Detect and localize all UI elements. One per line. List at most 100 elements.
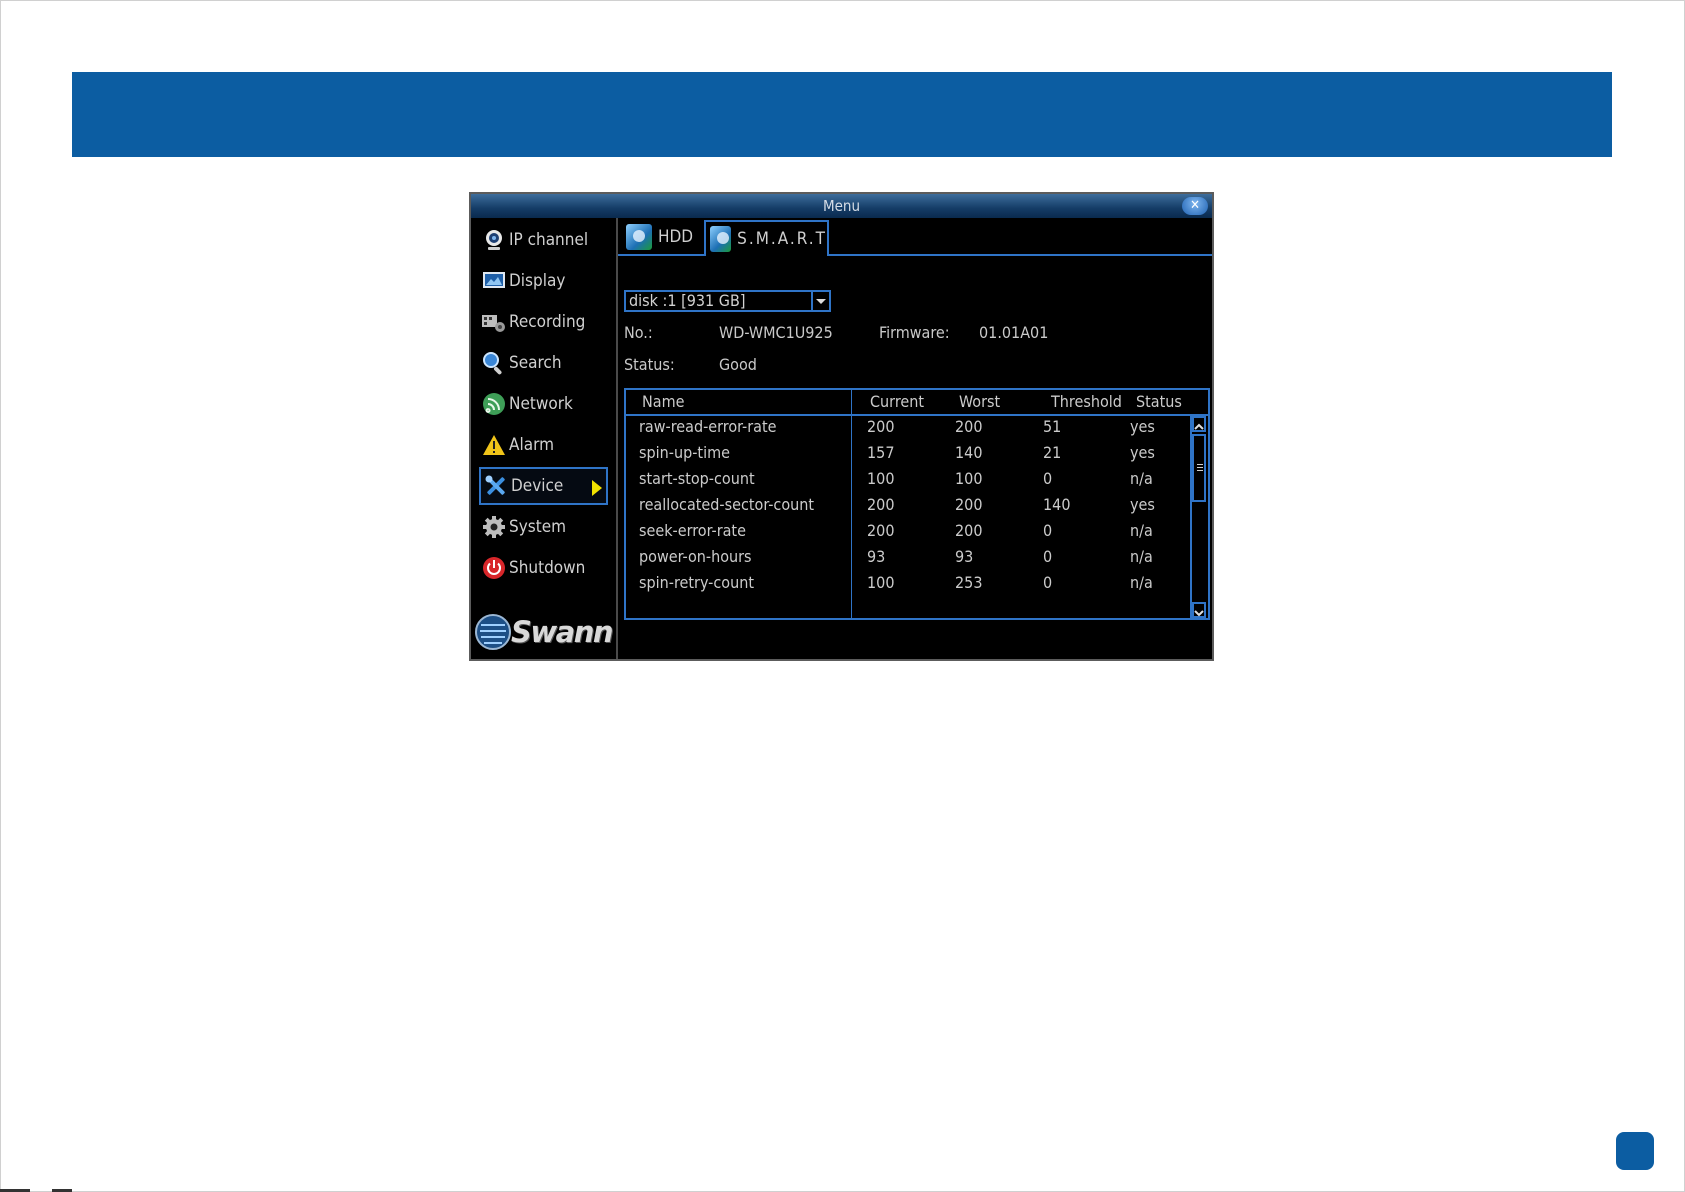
sidebar-item-ip-channel[interactable]: IP channel [479,221,608,259]
cell-threshold: 0 [1043,573,1053,592]
network-icon [481,391,507,417]
window-titlebar: Menu [471,194,1212,218]
close-button[interactable]: ✕ [1182,197,1208,215]
sidebar-item-label: Recording [509,312,586,332]
cell-threshold: 0 [1043,521,1053,540]
tab-label: S.M.A.R.T [737,229,827,249]
disk-select-value: disk :1 [931 GB] [629,291,746,310]
sidebar-item-display[interactable]: Display [479,262,608,300]
cell-status: yes [1130,443,1155,462]
scroll-thumb[interactable] [1192,434,1206,502]
cell-threshold: 21 [1043,443,1062,462]
no-value: WD-WMC1U925 [719,323,833,342]
cell-current: 200 [867,521,895,540]
cell-status: yes [1130,495,1155,514]
cell-name: raw-read-error-rate [639,417,777,436]
column-header-name: Name [642,392,685,411]
cell-status: n/a [1130,521,1153,540]
swann-logo: Swann [475,610,614,654]
cell-threshold: 140 [1043,495,1071,514]
film-icon [481,309,507,335]
cell-name: seek-error-rate [639,521,746,540]
sidebar-item-label: Shutdown [509,558,586,578]
swann-logo-icon [475,614,511,650]
cell-name: spin-up-time [639,443,730,462]
sidebar-item-system[interactable]: System [479,508,608,546]
tab-smart[interactable]: S.M.A.R.T [704,220,829,256]
table-scrollbar[interactable] [1190,416,1208,618]
chevron-up-icon [1194,423,1204,430]
table-row[interactable]: reallocated-sector-count 200 200 140 yes [626,494,1186,520]
chevron-down-icon[interactable] [811,292,829,310]
tab-bar: HDD S.M.A.R.T [618,218,1212,256]
sidebar-item-label: Alarm [509,435,554,455]
chevron-down-icon [1194,610,1204,617]
sidebar-item-shutdown[interactable]: Shutdown [479,549,608,587]
cell-worst: 93 [955,547,974,566]
monitor-icon [481,268,507,294]
cell-current: 100 [867,573,895,592]
webcam-icon [481,227,507,253]
cell-name: spin-retry-count [639,573,754,592]
cell-current: 157 [867,443,895,462]
gear-icon [481,514,507,540]
sidebar-item-search[interactable]: Search [479,344,608,382]
column-header-worst: Worst [959,392,1001,411]
table-row[interactable]: seek-error-rate 200 200 0 n/a [626,520,1186,546]
sidebar-item-label: Search [509,353,562,373]
cell-current: 93 [867,547,886,566]
scroll-up-button[interactable] [1192,416,1206,432]
sidebar-item-label: System [509,517,567,537]
sidebar-item-alarm[interactable]: Alarm [479,426,608,464]
table-row[interactable]: spin-retry-count 100 253 0 n/a [626,572,1186,598]
header-band [72,72,1612,157]
table-row[interactable]: start-stop-count 100 100 0 n/a [626,468,1186,494]
cell-current: 200 [867,495,895,514]
chevron-right-icon [592,480,602,496]
scroll-down-button[interactable] [1192,602,1206,618]
no-label: No.: [624,323,653,342]
tab-hdd[interactable]: HDD [622,220,704,254]
cell-worst: 200 [955,521,983,540]
sidebar-item-network[interactable]: Network [479,385,608,423]
cell-name: reallocated-sector-count [639,495,815,514]
cell-status: n/a [1130,469,1153,488]
cell-status: n/a [1130,573,1153,592]
cell-worst: 253 [955,573,983,592]
tools-icon [483,473,509,499]
cell-name: start-stop-count [639,469,755,488]
column-header-status: Status [1136,392,1182,411]
table-row[interactable]: spin-up-time 157 140 21 yes [626,442,1186,468]
cell-threshold: 0 [1043,547,1053,566]
cell-name: power-on-hours [639,547,752,566]
cell-worst: 140 [955,443,983,462]
close-icon: ✕ [1190,198,1200,213]
cell-current: 100 [867,469,895,488]
cell-worst: 200 [955,417,983,436]
column-header-current: Current [870,392,924,411]
sidebar-item-label: Device [511,476,564,496]
smart-icon [710,226,732,252]
table-header: Name Current Worst Threshold Status [626,390,1208,416]
page-number-badge [1616,1132,1654,1170]
sidebar-item-recording[interactable]: Recording [479,303,608,341]
cell-worst: 200 [955,495,983,514]
logo-text: Swann [511,615,614,649]
cell-threshold: 51 [1043,417,1062,436]
column-header-threshold: Threshold [1051,392,1122,411]
window-title: Menu [822,197,861,215]
table-row[interactable]: power-on-hours 93 93 0 n/a [626,546,1186,572]
sidebar-item-label: Display [509,271,566,291]
warning-icon [481,432,507,458]
sidebar: IP channel Display Recording Search Netw… [471,218,618,659]
disk-select[interactable]: disk :1 [931 GB] [624,290,831,312]
table-row[interactable]: raw-read-error-rate 200 200 51 yes [626,416,1186,442]
sidebar-item-label: Network [509,394,573,414]
firmware-label: Firmware: [879,323,950,342]
sidebar-item-device[interactable]: Device [479,467,608,505]
power-icon [481,555,507,581]
firmware-value: 01.01A01 [979,323,1049,342]
cell-status: yes [1130,417,1155,436]
sidebar-item-label: IP channel [509,230,589,250]
dvr-menu-window: Menu ✕ IP channel Display Recording Sear… [469,192,1214,661]
